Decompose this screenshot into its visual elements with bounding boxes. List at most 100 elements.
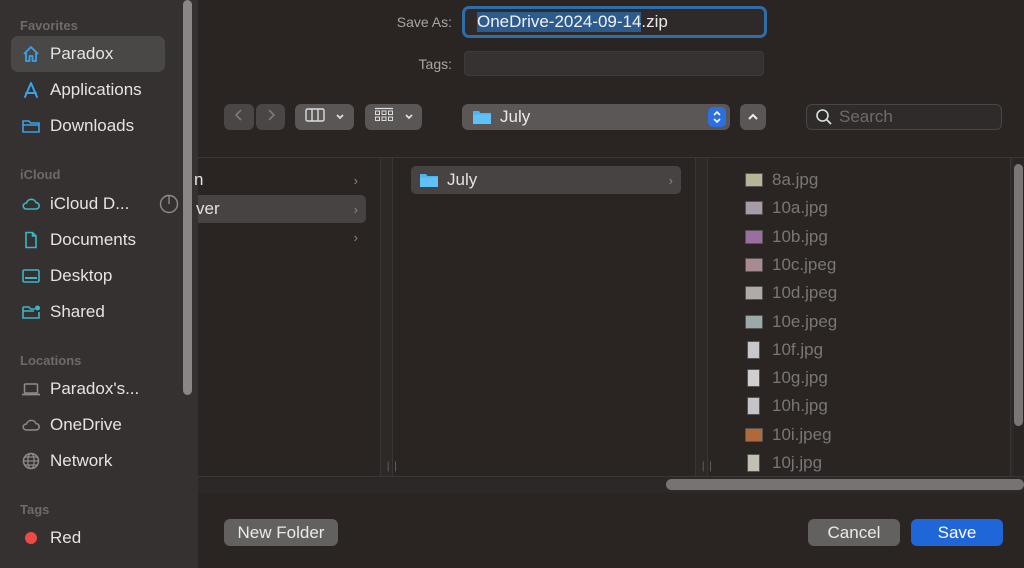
location-label: July — [500, 107, 531, 126]
sidebar-section-tags: Tags — [20, 502, 50, 517]
file-row[interactable]: 10a.jpg — [745, 194, 828, 222]
sidebar-item-label: Downloads — [50, 116, 135, 135]
sidebar-section-icloud: iCloud — [20, 167, 61, 182]
forward-button[interactable] — [256, 104, 285, 130]
sidebar-item-label: Paradox — [50, 44, 114, 63]
downloads-folder-icon — [21, 116, 41, 136]
browser-column-3: 8a.jpg 10a.jpg 10b.jpg 10c.jpeg 10d.jpeg 10e.… — [709, 158, 1014, 476]
popup-stepper-icon — [708, 107, 726, 127]
image-thumbnail-icon — [747, 454, 760, 472]
list-item[interactable]: › — [198, 223, 366, 251]
shared-folder-icon — [21, 302, 41, 322]
column-resize-handle[interactable]: ❘❘ — [380, 158, 400, 476]
icloud-icon — [21, 194, 41, 214]
save-as-extension: .zip — [641, 12, 668, 31]
save-button[interactable]: Save — [911, 519, 1003, 546]
horizontal-scrollbar[interactable] — [666, 479, 1024, 490]
image-thumbnail-icon — [745, 286, 763, 301]
list-item-july[interactable]: July › — [411, 166, 681, 194]
image-thumbnail-icon — [745, 314, 763, 329]
cancel-button[interactable]: Cancel — [808, 519, 900, 546]
vertical-scrollbar[interactable] — [1014, 164, 1023, 426]
sidebar-item-onedrive[interactable]: OneDrive — [11, 407, 165, 443]
back-button[interactable] — [224, 104, 254, 130]
sidebar-item-label: Shared — [50, 302, 105, 321]
laptop-icon — [21, 379, 41, 399]
columns-view-icon — [304, 107, 325, 127]
sidebar-item-label: Documents — [50, 230, 136, 249]
browser-column-1: n › ver › › — [194, 158, 370, 493]
file-name: 10g.jpg — [772, 368, 828, 388]
tags-label: Tags: — [418, 56, 452, 72]
file-row[interactable]: 10i.jpeg — [745, 421, 832, 449]
file-name: 10i.jpeg — [772, 424, 832, 444]
sidebar-item-icloud-drive[interactable]: iCloud D... — [11, 186, 179, 222]
file-row[interactable]: 10c.jpeg — [745, 251, 836, 279]
image-thumbnail-icon — [745, 427, 763, 442]
image-thumbnail-icon — [745, 257, 763, 272]
column-resize-handle[interactable]: ❘❘ — [695, 158, 715, 476]
file-name: 10e.jpeg — [772, 311, 838, 331]
folder-icon — [472, 109, 492, 125]
file-row[interactable]: 10d.jpeg — [745, 279, 837, 307]
column-browser: n › ver › › ❘❘ July › ❘❘ 8a.jpg 10a.jpg 10… — [194, 157, 1024, 493]
image-thumbnail-icon — [745, 173, 763, 187]
sidebar-item-network[interactable]: Network — [11, 443, 165, 479]
file-name: 10h.jpg — [772, 396, 828, 416]
sidebar-section-locations: Locations — [20, 353, 82, 368]
file-name: 10a.jpg — [772, 198, 828, 218]
file-row[interactable]: 8a.jpg — [745, 166, 818, 194]
view-mode-button[interactable] — [295, 104, 354, 130]
file-name: 10d.jpeg — [772, 283, 838, 303]
sidebar-item-downloads[interactable]: Downloads — [11, 108, 165, 144]
new-folder-button[interactable]: New Folder — [224, 519, 338, 546]
tags-input[interactable] — [464, 51, 764, 76]
file-row[interactable]: 10e.jpeg — [745, 308, 837, 336]
sidebar-item-shared[interactable]: Shared — [11, 294, 165, 330]
sidebar-item-desktop[interactable]: Desktop — [11, 258, 165, 294]
chevron-right-icon: › — [668, 172, 673, 188]
sidebar-item-tag-red[interactable]: Red — [11, 520, 165, 556]
group-by-button[interactable] — [365, 104, 422, 130]
folder-icon — [419, 172, 439, 188]
save-as-input[interactable]: OneDrive-2024-09-14 .zip — [462, 6, 767, 38]
home-icon — [21, 44, 41, 64]
chevron-down-icon — [335, 108, 345, 126]
list-item[interactable]: n › — [194, 166, 366, 194]
file-row[interactable]: 10g.jpg — [745, 364, 828, 392]
grid-group-icon — [374, 107, 394, 128]
file-row[interactable]: 10j.jpg — [745, 449, 822, 476]
file-name: 10f.jpg — [772, 339, 824, 359]
file-row[interactable]: 10b.jpg — [745, 223, 828, 251]
sidebar-section-favorites: Favorites — [20, 18, 78, 33]
collapse-button[interactable] — [740, 104, 766, 130]
search-field[interactable] — [806, 104, 1002, 130]
sidebar-item-documents[interactable]: Documents — [11, 222, 165, 258]
sidebar-item-label: Network — [50, 451, 113, 470]
image-thumbnail-icon — [745, 201, 763, 216]
chevron-up-icon — [747, 108, 759, 126]
search-input[interactable] — [839, 107, 989, 127]
chevron-right-icon: › — [353, 201, 358, 217]
sidebar-scrollbar[interactable] — [183, 0, 192, 395]
applications-icon — [21, 80, 41, 100]
file-row[interactable]: 10f.jpg — [745, 336, 823, 364]
list-item-selected[interactable]: ver › — [196, 195, 366, 223]
document-icon — [21, 230, 41, 250]
image-thumbnail-icon — [747, 369, 760, 388]
list-item-label: n — [194, 170, 204, 189]
sidebar-item-label: Desktop — [50, 266, 113, 285]
sidebar-item-macbook[interactable]: Paradox's... — [11, 371, 165, 407]
search-icon — [815, 108, 833, 126]
chevron-right-icon — [266, 108, 276, 127]
chevron-right-icon: › — [353, 229, 358, 245]
location-popup[interactable]: July — [462, 104, 730, 130]
list-item-label: ver — [196, 199, 220, 218]
sync-progress-icon — [159, 194, 179, 214]
browser-column-2: July › — [394, 158, 694, 493]
file-row[interactable]: 10h.jpg — [745, 392, 828, 420]
sidebar-item-paradox[interactable]: Paradox — [11, 36, 165, 72]
sidebar-item-label: OneDrive — [50, 415, 122, 434]
sidebar-item-applications[interactable]: Applications — [11, 72, 165, 108]
file-name: 10c.jpeg — [772, 254, 837, 274]
